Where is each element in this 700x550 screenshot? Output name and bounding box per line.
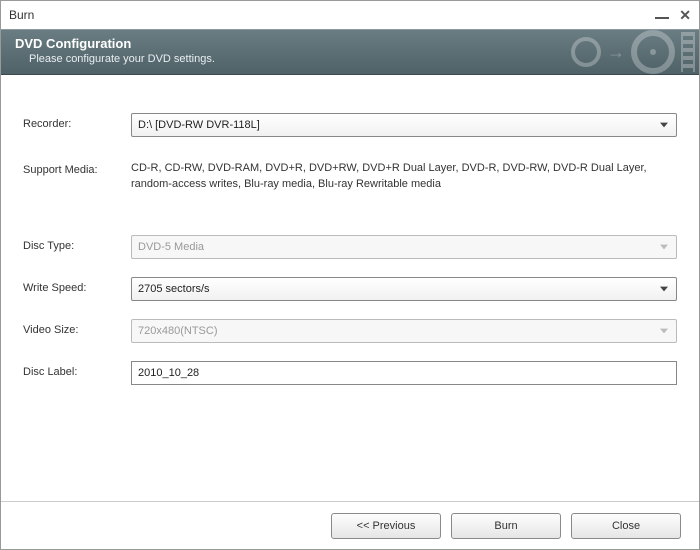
header-graphic: → — [571, 30, 699, 74]
support-media-label: Support Media: — [23, 159, 131, 176]
write-speed-select[interactable]: 2705 sectors/s — [131, 277, 677, 301]
recorder-value: D:\ [DVD-RW DVR-118L] — [138, 119, 260, 131]
disc-type-label: Disc Type: — [23, 235, 131, 252]
recorder-label: Recorder: — [23, 113, 131, 130]
disc-type-value: DVD-5 Media — [138, 241, 204, 253]
footer-bar: << Previous Burn Close — [1, 501, 699, 549]
video-size-value: 720x480(NTSC) — [138, 325, 217, 337]
video-size-row: Video Size: 720x480(NTSC) — [23, 319, 677, 343]
write-speed-row: Write Speed: 2705 sectors/s — [23, 277, 677, 301]
recorder-row: Recorder: D:\ [DVD-RW DVR-118L] — [23, 113, 677, 137]
minimize-icon[interactable] — [655, 17, 669, 19]
disc-label-label: Disc Label: — [23, 361, 131, 378]
disc-icon — [631, 30, 675, 74]
chevron-down-icon — [656, 323, 672, 339]
chevron-down-icon — [656, 117, 672, 133]
window-controls: ✕ — [655, 7, 691, 24]
close-button[interactable]: Close — [571, 513, 681, 539]
disc-label-input[interactable] — [131, 361, 677, 385]
disc-label-row: Disc Label: — [23, 361, 677, 385]
chevron-down-icon — [656, 281, 672, 297]
write-speed-value: 2705 sectors/s — [138, 283, 210, 295]
support-media-row: Support Media: CD-R, CD-RW, DVD-RAM, DVD… — [23, 159, 677, 193]
video-size-select: 720x480(NTSC) — [131, 319, 677, 343]
disc-type-select: DVD-5 Media — [131, 235, 677, 259]
video-size-label: Video Size: — [23, 319, 131, 336]
close-icon[interactable]: ✕ — [679, 7, 691, 24]
disc-type-row: Disc Type: DVD-5 Media — [23, 235, 677, 259]
recorder-select[interactable]: D:\ [DVD-RW DVR-118L] — [131, 113, 677, 137]
chevron-down-icon — [656, 239, 672, 255]
titlebar: Burn ✕ — [1, 1, 699, 29]
support-media-text: CD-R, CD-RW, DVD-RAM, DVD+R, DVD+RW, DVD… — [131, 159, 677, 193]
window-title: Burn — [9, 8, 655, 22]
previous-button[interactable]: << Previous — [331, 513, 441, 539]
camera-icon — [571, 37, 601, 67]
arrow-icon: → — [607, 42, 625, 63]
header-banner: DVD Configuration Please configurate you… — [1, 29, 699, 75]
write-speed-label: Write Speed: — [23, 277, 131, 294]
burn-window: Burn ✕ DVD Configuration Please configur… — [0, 0, 700, 550]
burn-button[interactable]: Burn — [451, 513, 561, 539]
film-icon — [681, 32, 695, 72]
form-content: Recorder: D:\ [DVD-RW DVR-118L] Support … — [1, 75, 699, 501]
